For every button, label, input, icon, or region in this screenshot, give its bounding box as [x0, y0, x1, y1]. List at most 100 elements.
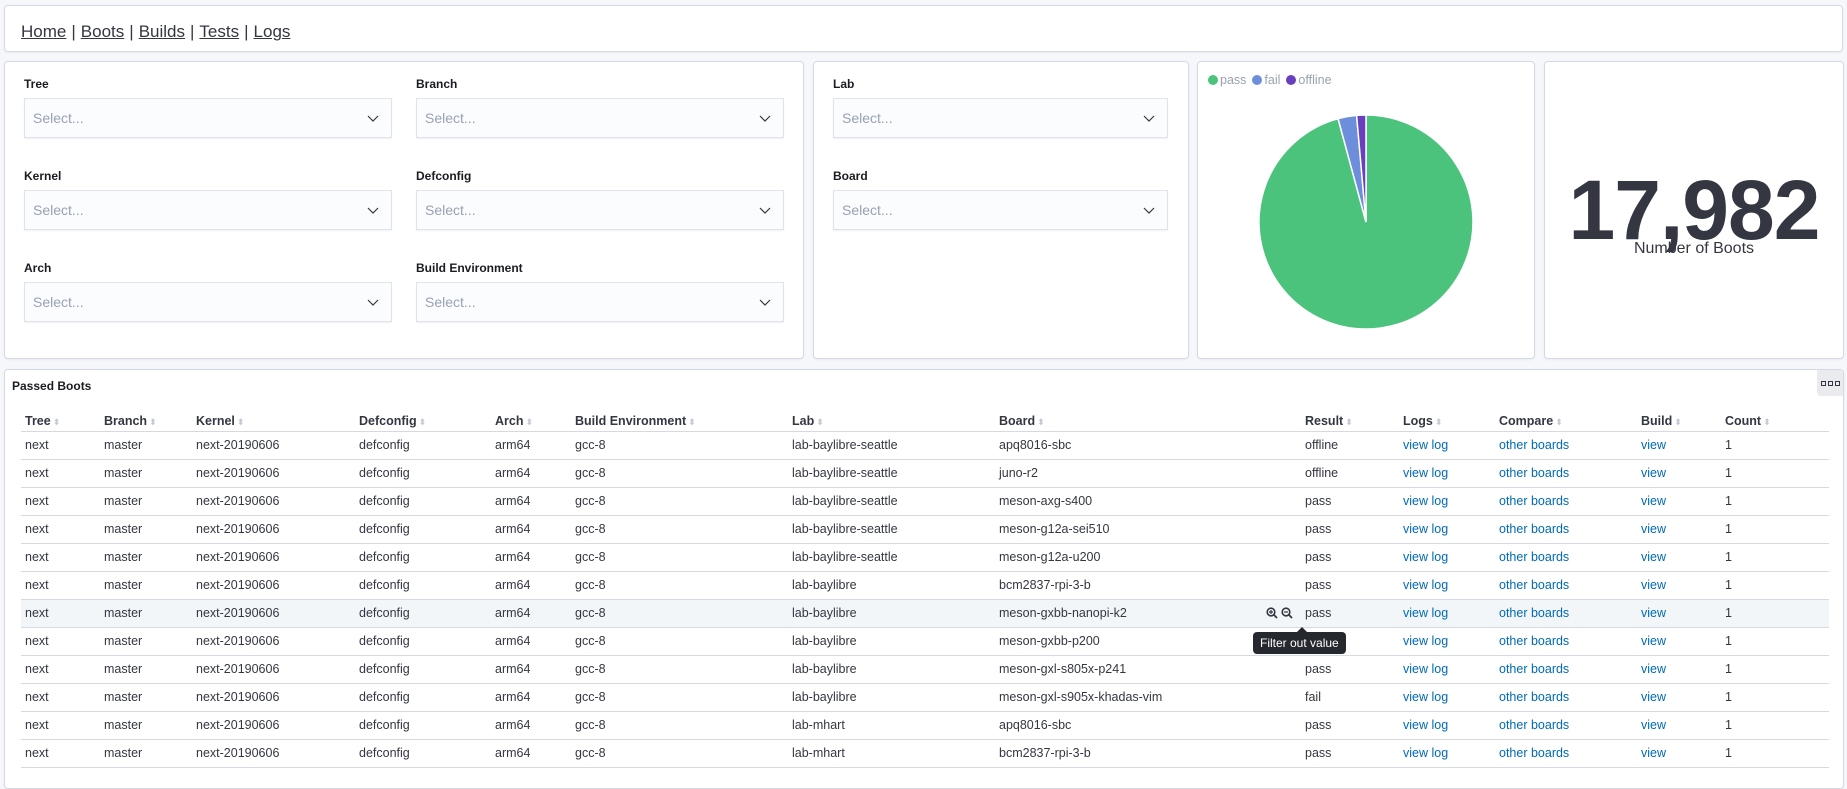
- logs-link[interactable]: view log: [1403, 690, 1448, 704]
- cell-value: defconfig: [359, 606, 410, 620]
- compare-link[interactable]: other boards: [1499, 690, 1569, 704]
- sort-icon[interactable]: ⬍: [1037, 417, 1045, 427]
- column-header-logs[interactable]: Logs ⬍: [1399, 413, 1495, 432]
- build-link[interactable]: view: [1641, 718, 1666, 732]
- cell-defconfig: defconfig: [355, 431, 491, 460]
- compare-link[interactable]: other boards: [1499, 746, 1569, 760]
- sort-icon[interactable]: ⬍: [816, 417, 824, 427]
- build-link[interactable]: view: [1641, 634, 1666, 648]
- kernel-select[interactable]: Select...: [24, 190, 392, 230]
- build-link[interactable]: view: [1641, 494, 1666, 508]
- cell-value: meson-g12a-sei510: [999, 522, 1110, 536]
- cell-value: next: [25, 550, 49, 564]
- sort-icon[interactable]: ⬍: [1435, 417, 1443, 427]
- column-header-branch[interactable]: Branch ⬍: [100, 413, 192, 432]
- column-header-tree[interactable]: Tree ⬍: [21, 413, 100, 432]
- legend-item-offline[interactable]: offline: [1286, 73, 1332, 87]
- build-link[interactable]: view: [1641, 746, 1666, 760]
- cell-branch: master: [100, 515, 192, 544]
- build-link[interactable]: view: [1641, 466, 1666, 480]
- sort-icon[interactable]: ⬍: [149, 417, 157, 427]
- cell-value: lab-baylibre: [792, 606, 857, 620]
- build-environment-select[interactable]: Select...: [416, 282, 784, 322]
- compare-link[interactable]: other boards: [1499, 550, 1569, 564]
- zoom-out-icon[interactable]: [1281, 606, 1293, 619]
- tree-select[interactable]: Select...: [24, 98, 392, 138]
- column-header-lab[interactable]: Lab ⬍: [788, 413, 995, 432]
- cell-build: view: [1637, 711, 1721, 740]
- build-link[interactable]: view: [1641, 522, 1666, 536]
- logs-link[interactable]: view log: [1403, 634, 1448, 648]
- build-link[interactable]: view: [1641, 606, 1666, 620]
- logs-link[interactable]: view log: [1403, 578, 1448, 592]
- panel-options-button[interactable]: [1817, 370, 1843, 396]
- build-link[interactable]: view: [1641, 690, 1666, 704]
- sort-icon[interactable]: ⬍: [53, 417, 61, 427]
- board-select[interactable]: Select...: [833, 190, 1168, 230]
- cell-value: defconfig: [359, 662, 410, 676]
- logs-link[interactable]: view log: [1403, 466, 1448, 480]
- nav-link-tests[interactable]: Tests: [199, 22, 239, 41]
- column-header-kernel[interactable]: Kernel ⬍: [192, 413, 355, 432]
- column-header-arch[interactable]: Arch ⬍: [491, 413, 571, 432]
- column-header-board[interactable]: Board ⬍: [995, 413, 1301, 432]
- cell-logs: view log: [1399, 739, 1495, 768]
- compare-link[interactable]: other boards: [1499, 522, 1569, 536]
- sort-icon[interactable]: ⬍: [237, 417, 245, 427]
- branch-label: Branch: [416, 77, 458, 91]
- compare-link[interactable]: other boards: [1499, 578, 1569, 592]
- logs-link[interactable]: view log: [1403, 662, 1448, 676]
- arch-select[interactable]: Select...: [24, 282, 392, 322]
- column-header-compare[interactable]: Compare ⬍: [1495, 413, 1637, 432]
- compare-link[interactable]: other boards: [1499, 438, 1569, 452]
- cell-branch: master: [100, 683, 192, 712]
- nav-link-logs[interactable]: Logs: [254, 22, 291, 41]
- legend-item-fail[interactable]: fail: [1252, 73, 1280, 87]
- lab-select[interactable]: Select...: [833, 98, 1168, 138]
- build-link[interactable]: view: [1641, 550, 1666, 564]
- logs-link[interactable]: view log: [1403, 438, 1448, 452]
- logs-link[interactable]: view log: [1403, 606, 1448, 620]
- build-link[interactable]: view: [1641, 578, 1666, 592]
- sort-icon[interactable]: ⬍: [688, 417, 696, 427]
- logs-link[interactable]: view log: [1403, 494, 1448, 508]
- nav-link-boots[interactable]: Boots: [81, 22, 124, 41]
- cell-value: defconfig: [359, 746, 410, 760]
- compare-link[interactable]: other boards: [1499, 606, 1569, 620]
- logs-link[interactable]: view log: [1403, 550, 1448, 564]
- column-header-defconfig[interactable]: Defconfig ⬍: [355, 413, 491, 432]
- zoom-in-icon[interactable]: [1266, 606, 1278, 619]
- logs-link[interactable]: view log: [1403, 746, 1448, 760]
- compare-link[interactable]: other boards: [1499, 466, 1569, 480]
- cell-value: meson-gxbb-nanopi-k2: [999, 606, 1127, 620]
- cell-build: view: [1637, 655, 1721, 684]
- cell-value: gcc-8: [575, 578, 606, 592]
- build-link[interactable]: view: [1641, 662, 1666, 676]
- nav-link-home[interactable]: Home: [21, 22, 66, 41]
- column-header-build[interactable]: Build ⬍: [1637, 413, 1721, 432]
- sort-icon[interactable]: ⬍: [1763, 417, 1771, 427]
- sort-icon[interactable]: ⬍: [525, 417, 533, 427]
- legend-item-pass[interactable]: pass: [1208, 73, 1246, 87]
- sort-icon[interactable]: ⬍: [1674, 417, 1682, 427]
- legend-label: pass: [1220, 73, 1247, 87]
- cell-defconfig: defconfig: [355, 655, 491, 684]
- column-header-build-environment[interactable]: Build Environment ⬍: [571, 413, 788, 432]
- sort-icon[interactable]: ⬍: [419, 417, 427, 427]
- compare-link[interactable]: other boards: [1499, 634, 1569, 648]
- logs-link[interactable]: view log: [1403, 718, 1448, 732]
- column-header-count[interactable]: Count ⬍: [1721, 413, 1829, 432]
- compare-link[interactable]: other boards: [1499, 662, 1569, 676]
- sort-icon[interactable]: ⬍: [1345, 417, 1353, 427]
- sort-icon[interactable]: ⬍: [1555, 417, 1563, 427]
- compare-link[interactable]: other boards: [1499, 494, 1569, 508]
- defconfig-select[interactable]: Select...: [416, 190, 784, 230]
- cell-value: arm64: [495, 634, 531, 648]
- compare-link[interactable]: other boards: [1499, 718, 1569, 732]
- logs-link[interactable]: view log: [1403, 522, 1448, 536]
- branch-select[interactable]: Select...: [416, 98, 784, 138]
- cell-value: arm64: [495, 662, 531, 676]
- nav-link-builds[interactable]: Builds: [139, 22, 185, 41]
- column-header-result[interactable]: Result ⬍: [1301, 413, 1399, 432]
- build-link[interactable]: view: [1641, 438, 1666, 452]
